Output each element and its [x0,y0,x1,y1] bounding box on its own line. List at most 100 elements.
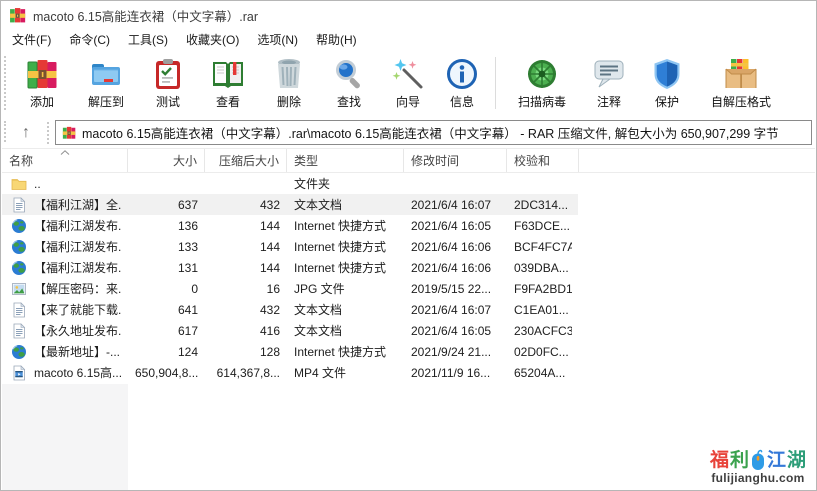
cell-text: 128 [260,345,280,359]
column-header-5[interactable]: 修改时间 [404,149,507,172]
column-header-1[interactable]: 名称 [2,149,128,172]
menu-item-5[interactable]: 选项(N) [248,29,307,50]
menu-item-1[interactable]: 文件(F) [3,29,60,50]
cell-text: 【最新地址】-... [34,343,120,360]
file-row-10[interactable]: macoto 6.15高...650,904,8...614,367,8...M… [2,362,815,383]
folder-icon [11,176,27,192]
cell-name: .. [2,173,128,194]
cell-size: 131 [128,257,205,278]
toolbar-button-label: 扫描病毒 [518,93,566,110]
list-rows: .. 文件夹【福利江湖】全...637432文本文档2021/6/4 16:072… [2,173,815,383]
cell-type: 文本文档 [287,320,404,341]
toolbar-button-test[interactable]: 测试 [139,54,197,112]
cell-text: 文件夹 [294,175,330,192]
cell-text: BCF4FC7A [514,240,572,254]
winrar-app-icon [9,7,26,24]
file-row-8[interactable]: 【永久地址发布...617416文本文档2021/6/4 16:05230ACF… [2,320,815,341]
cell-text: 2021/11/9 16... [411,366,490,380]
cell-text: 16 [267,282,280,296]
toolbar-button-label: 查找 [337,93,361,110]
cell-text: Internet 快捷方式 [294,238,386,255]
toolbar-button-protect[interactable]: 保护 [638,54,696,112]
toolbar-button-info[interactable]: 信息 [437,54,487,112]
toolbar-button-add[interactable]: 添加 [11,54,73,112]
cell-size: 124 [128,341,205,362]
file-row-5[interactable]: 【福利江湖发布...131144Internet 快捷方式2021/6/4 16… [2,257,815,278]
menu-item-4[interactable]: 收藏夹(O) [177,29,248,50]
up-button[interactable]: ↑ [9,121,43,145]
file-row-7[interactable]: 【来了就能下载...641432文本文档2021/6/4 16:07C1EA01… [2,299,815,320]
globe-icon [11,218,27,234]
file-row-9[interactable]: 【最新地址】-...124128Internet 快捷方式2021/9/24 2… [2,341,815,362]
toolbar-button-delete[interactable]: 删除 [259,54,319,112]
cell-text: 039DBA... [514,261,569,275]
column-header-3[interactable]: 压缩后大小 [205,149,287,172]
cell-checksum: C1EA01... [507,299,579,320]
cell-type: 文本文档 [287,194,404,215]
cell-checksum: BCF4FC7A [507,236,579,257]
cell-packed: 128 [205,341,287,362]
cell-name: 【最新地址】-... [2,341,128,362]
column-header-4[interactable]: 类型 [287,149,404,172]
cell-name: 【来了就能下载... [2,299,128,320]
cell-text: 【福利江湖发布... [34,217,121,234]
globe-icon [11,239,27,255]
cell-type: Internet 快捷方式 [287,215,404,236]
menu-item-3[interactable]: 工具(S) [119,29,177,50]
cell-packed: 16 [205,278,287,299]
cell-name: macoto 6.15高... [2,362,128,383]
cell-text: 02D0FC... [514,345,569,359]
toolbar-button-extract[interactable]: 解压到 [73,54,139,112]
toolbar-button-label: 删除 [277,93,301,110]
file-row-6[interactable]: 【解压密码：来...016JPG 文件2019/5/15 22...F9FA2B… [2,278,815,299]
list-header: 名称大小压缩后大小类型修改时间校验和 [2,149,815,173]
watermark-char: 福 [710,451,729,471]
cell-text: 2021/6/4 16:07 [411,303,491,317]
menu-bar: 文件(F)命令(C)工具(S)收藏夹(O)选项(N)帮助(H) [1,29,816,50]
column-header-2[interactable]: 大小 [128,149,205,172]
toolbar-button-comment[interactable]: 注释 [580,54,638,112]
mouse-icon [751,448,765,471]
window-title: macoto 6.15高能连衣裙（中文字幕）.rar [33,6,258,25]
toolbar-button-view[interactable]: 查看 [197,54,259,112]
cell-text: C1EA01... [514,303,569,317]
toolbar-button-label: 信息 [450,93,474,110]
cell-text: 2021/6/4 16:05 [411,219,491,233]
cell-packed: 614,367,8... [205,362,287,383]
toolbar-button-scan[interactable]: 扫描病毒 [504,54,580,112]
file-row-3[interactable]: 【福利江湖发布...136144Internet 快捷方式2021/6/4 16… [2,215,815,236]
cell-text: 2021/6/4 16:06 [411,240,491,254]
toolbar-button-wizard[interactable]: 向导 [379,54,437,112]
column-header-6[interactable]: 校验和 [507,149,579,172]
cell-packed: 144 [205,236,287,257]
menu-item-6[interactable]: 帮助(H) [307,29,366,50]
cell-modified: 2021/6/4 16:06 [404,257,507,278]
address-combobox[interactable]: macoto 6.15高能连衣裙（中文字幕）.rar\macoto 6.15高能… [55,120,812,145]
file-row-4[interactable]: 【福利江湖发布... 133 144 Internet 快捷方式 2021/6/4 16… [2,236,815,257]
cell-name: 【解压密码：来... [2,278,128,299]
file-row-2[interactable]: 【福利江湖】全...637432文本文档2021/6/4 16:072DC314… [2,194,815,215]
column-header-label: 压缩后大小 [219,152,279,169]
cell-type: JPG 文件 [287,278,404,299]
cell-text: 2021/6/4 16:05 [411,324,491,338]
toolbar-button-label: 测试 [156,93,180,110]
toolbar-button-sfx[interactable]: 自解压格式 [696,54,786,112]
cell-modified [404,173,507,194]
cell-text: 650,904,8... [135,366,198,380]
toolbar-button-find[interactable]: 查找 [319,54,379,112]
cell-modified: 2021/6/4 16:05 [404,320,507,341]
cell-checksum: F9FA2BD1 [507,278,579,299]
file-row-1[interactable]: .. 文件夹 [2,173,815,194]
cell-name: 【福利江湖发布... [2,236,128,257]
toolbar-button-label: 添加 [30,93,54,110]
toolbar-button-label: 向导 [396,93,420,110]
text-icon [11,197,27,213]
image-icon [11,281,27,297]
toolbar-separator [495,57,496,109]
toolbar-button-label: 查看 [216,93,240,110]
cell-size: 133 [128,236,205,257]
cell-text: 【解压密码：来... [34,280,121,297]
cell-type: 文件夹 [287,173,404,194]
cell-text: 133 [178,240,198,254]
menu-item-2[interactable]: 命令(C) [60,29,119,50]
